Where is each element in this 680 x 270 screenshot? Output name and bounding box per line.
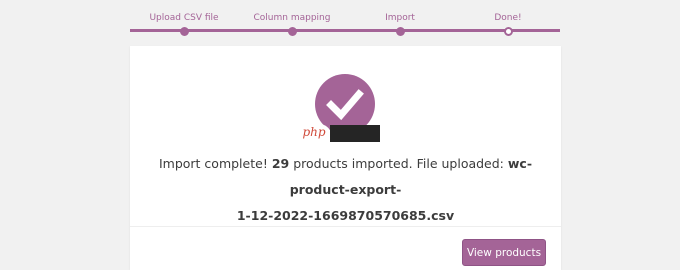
step-column-mapping: Column mapping (238, 0, 346, 36)
import-progress-steps: Upload CSV file Column mapping Import Do… (130, 0, 560, 40)
step-dot (395, 27, 405, 36)
step-dot (179, 27, 189, 36)
watermark-logo: php (298, 123, 330, 141)
step-label: Import (385, 13, 415, 23)
step-import: Import (346, 0, 454, 36)
step-label: Column mapping (253, 13, 331, 23)
import-complete-card: php Import complete! 29 products importe… (130, 46, 561, 270)
uploaded-filename-part2: 1-12-2022-1669870570685.csv (236, 208, 455, 223)
step-upload-csv: Upload CSV file (130, 0, 238, 36)
message-prefix: Import complete! (158, 156, 272, 171)
imported-count: 29 (271, 156, 290, 171)
message-middle: products imported. File uploaded: (289, 156, 508, 171)
import-status-message: Import complete! 29 products imported. F… (130, 151, 561, 229)
step-dot-current (503, 27, 513, 36)
view-products-button[interactable]: View products (462, 239, 546, 266)
progress-track (130, 29, 560, 32)
watermark-block (330, 125, 380, 142)
step-dot (287, 27, 297, 36)
step-label: Done! (494, 13, 522, 23)
step-label: Upload CSV file (149, 13, 219, 23)
step-done: Done! (454, 0, 562, 36)
card-divider (130, 226, 561, 227)
